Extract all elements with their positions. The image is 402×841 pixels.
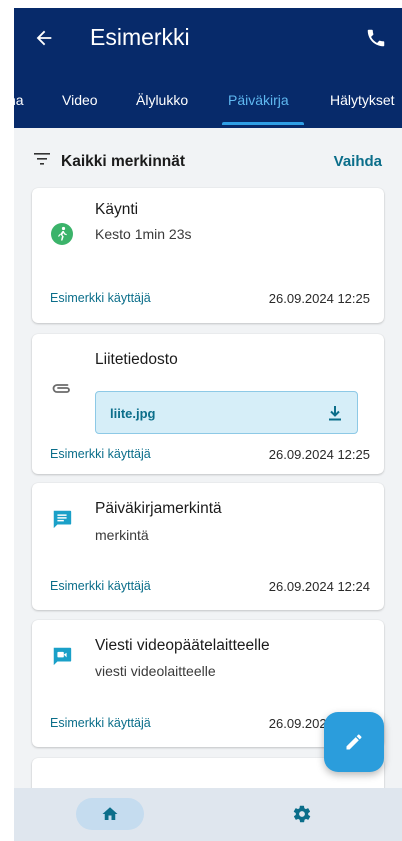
app-bar: Esimerkki xyxy=(14,8,402,70)
call-button[interactable] xyxy=(362,24,390,52)
entry-subtitle: Kesto 1min 23s xyxy=(95,226,192,242)
entry-author[interactable]: Esimerkki käyttäjä xyxy=(50,716,151,730)
arrow-left-icon xyxy=(36,30,52,46)
entry-icon xyxy=(50,222,74,246)
entry-author[interactable]: Esimerkki käyttäjä xyxy=(50,291,151,305)
home-icon xyxy=(102,807,118,820)
entry-card-diary[interactable]: Päiväkirjamerkintä merkintä Esimerkki kä… xyxy=(32,483,384,610)
entry-date: 26.09.2024 12:25 xyxy=(268,291,370,306)
attachment-file-name[interactable]: liite.jpg xyxy=(110,406,156,421)
feed-header: Kaikki merkinnät Vaihda xyxy=(14,128,402,188)
tab-bar: na Video Älylukko Päiväkirja Hälytykset xyxy=(14,70,402,128)
tab-smart-lock[interactable]: Älylukko xyxy=(136,92,188,108)
entry-subtitle: merkintä xyxy=(95,527,149,543)
bottom-navigation xyxy=(14,788,402,841)
tab-partial[interactable]: na xyxy=(14,92,24,108)
phone-icon xyxy=(367,29,385,47)
download-icon xyxy=(329,406,341,421)
attachment-file[interactable]: liite.jpg xyxy=(95,391,358,434)
pencil-icon xyxy=(346,734,362,750)
filter-label: Kaikki merkinnät xyxy=(61,153,186,170)
nav-home-button[interactable] xyxy=(76,798,144,830)
change-filter-button[interactable]: Vaihda xyxy=(334,153,382,170)
tab-video[interactable]: Video xyxy=(62,92,98,108)
entry-title: Käynti xyxy=(95,201,139,218)
filter-icon[interactable] xyxy=(34,152,50,166)
entry-title: Liitetiedosto xyxy=(95,351,178,368)
entry-subtitle: viesti videolaitteelle xyxy=(95,663,216,679)
entry-date: 26.09.2024 12:24 xyxy=(268,579,370,594)
nav-settings-button[interactable] xyxy=(286,798,318,830)
entry-title: Päiväkirjamerkintä xyxy=(95,500,222,517)
new-entry-button[interactable] xyxy=(324,712,384,772)
entry-icon xyxy=(50,644,74,668)
entry-card-attachment[interactable]: Liitetiedosto liite.jpg Esimerkki käyttä… xyxy=(32,334,384,474)
entry-icon xyxy=(50,377,74,401)
entry-author[interactable]: Esimerkki käyttäjä xyxy=(50,447,151,461)
active-tab-indicator xyxy=(222,122,304,125)
entry-author[interactable]: Esimerkki käyttäjä xyxy=(50,579,151,593)
entry-card-visit[interactable]: Käynti Kesto 1min 23s Esimerkki käyttäjä… xyxy=(32,188,384,323)
gear-icon xyxy=(293,805,311,823)
entry-title: Viesti videopäätelaitteelle xyxy=(95,637,270,654)
phone-screen: Esimerkki na Video Älylukko Päiväkirja H… xyxy=(14,8,402,841)
back-button[interactable] xyxy=(30,24,58,52)
message-icon xyxy=(53,510,72,529)
video-message-icon xyxy=(53,647,72,666)
entry-date: 26.09.2024 12:25 xyxy=(268,447,370,462)
entry-icon xyxy=(50,507,74,531)
download-button[interactable] xyxy=(325,403,345,423)
page-title: Esimerkki xyxy=(90,24,190,50)
walking-icon xyxy=(51,223,73,245)
paperclip-icon xyxy=(52,384,70,393)
tab-alarms[interactable]: Hälytykset xyxy=(330,92,395,108)
tab-diary[interactable]: Päiväkirja xyxy=(228,92,289,108)
